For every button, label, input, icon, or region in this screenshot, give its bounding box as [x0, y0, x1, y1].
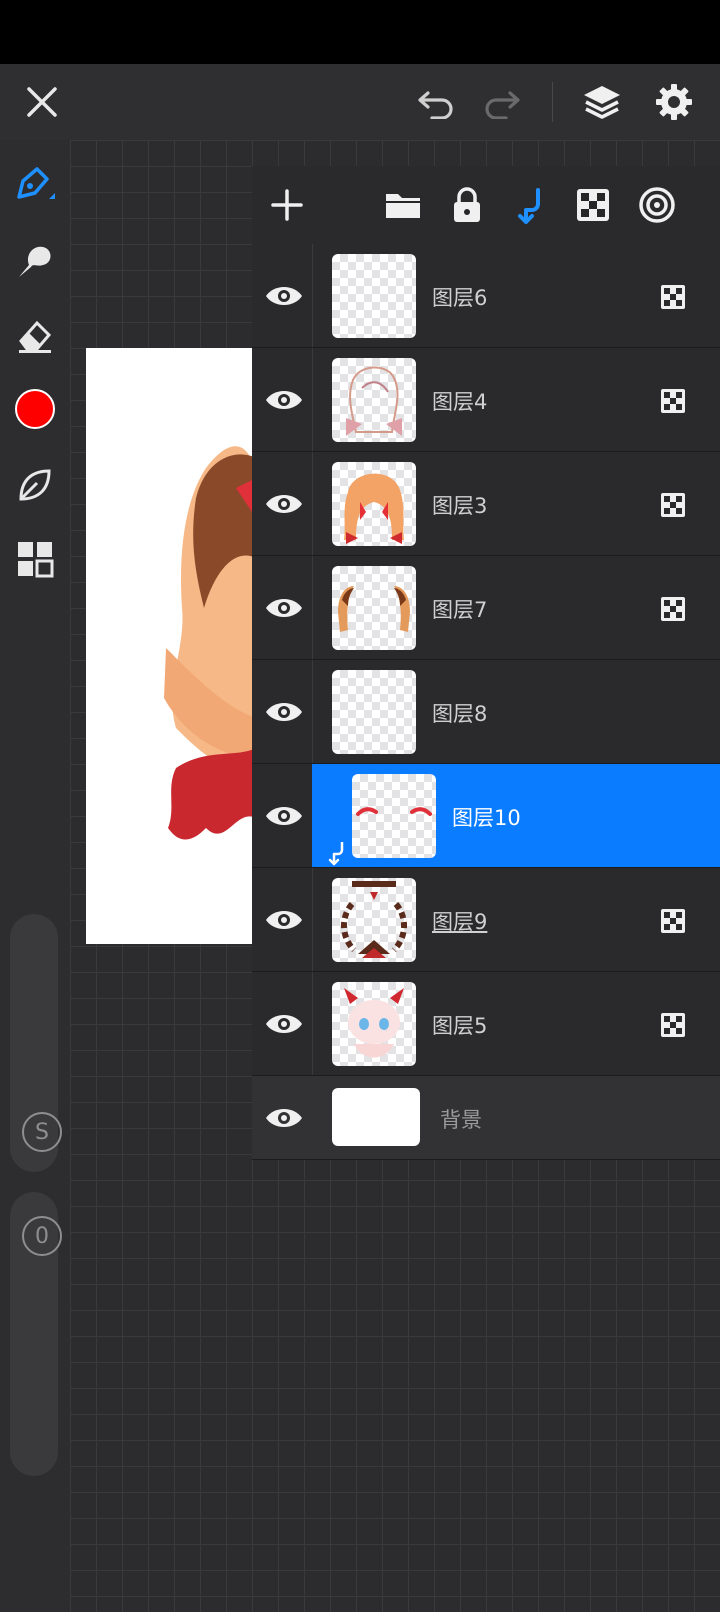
layer-thumbnail: [332, 670, 416, 754]
artboard[interactable]: [86, 348, 256, 944]
layer-row[interactable]: 图层9: [252, 868, 720, 972]
layer-name: 图层9: [432, 910, 488, 934]
layer-name: 图层10: [452, 806, 521, 830]
layer-name: 图层8: [432, 702, 488, 726]
clip-indicator-icon: [328, 842, 344, 866]
alpha-lock-icon[interactable]: [660, 388, 686, 414]
alpha-lock-icon[interactable]: [568, 180, 618, 230]
lock-icon[interactable]: [442, 180, 492, 230]
close-icon[interactable]: [18, 78, 66, 126]
layer-thumbnail: [332, 1088, 420, 1146]
grid-icon[interactable]: [10, 534, 60, 584]
alpha-lock-icon[interactable]: [660, 492, 686, 518]
top-bar: [0, 64, 720, 140]
layer-thumbnail: [332, 878, 416, 962]
eye-icon[interactable]: [264, 1008, 304, 1040]
status-bar: [0, 0, 720, 64]
eye-icon[interactable]: [264, 488, 304, 520]
layer-row[interactable]: 图层4: [252, 348, 720, 452]
layer-row-selected[interactable]: 图层10: [266, 764, 720, 868]
layer-row[interactable]: 图层8: [252, 660, 720, 764]
alpha-lock-icon[interactable]: [660, 284, 686, 310]
layer-thumbnail: [332, 566, 416, 650]
eye-column: [252, 764, 312, 868]
layer-name: 图层5: [432, 1014, 488, 1038]
redo-icon[interactable]: [478, 78, 526, 126]
smudge-icon[interactable]: [10, 236, 60, 286]
alpha-lock-icon[interactable]: [660, 908, 686, 934]
leaf-icon[interactable]: [10, 460, 60, 510]
layer-row[interactable]: 图层6: [252, 244, 720, 348]
layers-panel: 图层6 图层4 图层3 图层7 图层8 图层10 图层9 图层5 背景: [252, 166, 720, 1160]
background-layer-row[interactable]: 背景: [252, 1076, 720, 1160]
eye-icon[interactable]: [264, 1102, 304, 1134]
layer-name: 图层3: [432, 494, 488, 518]
eye-icon[interactable]: [264, 280, 304, 312]
layer-name: 图层7: [432, 598, 488, 622]
layer-thumbnail: [332, 358, 416, 442]
pen-icon[interactable]: [10, 160, 60, 210]
opacity-badge: 0: [22, 1216, 62, 1256]
layer-row[interactable]: 图层3: [252, 452, 720, 556]
brush-size-slider[interactable]: S: [10, 914, 62, 1172]
alpha-lock-icon[interactable]: [660, 596, 686, 622]
opacity-slider[interactable]: 0: [10, 1192, 62, 1476]
clip-icon[interactable]: [506, 180, 556, 230]
color-swatch[interactable]: [10, 384, 60, 434]
eye-icon[interactable]: [264, 384, 304, 416]
add-icon[interactable]: [262, 180, 312, 230]
settings-icon[interactable]: [650, 78, 698, 126]
eye-icon[interactable]: [264, 592, 304, 624]
eye-icon[interactable]: [264, 696, 304, 728]
layer-name: 图层4: [432, 390, 488, 414]
layer-name: 背景: [440, 1108, 482, 1132]
layers-icon[interactable]: [578, 78, 626, 126]
undo-icon[interactable]: [412, 78, 460, 126]
layers-toolbar: [252, 166, 720, 244]
layer-name: 图层6: [432, 286, 488, 310]
eraser-icon[interactable]: [10, 310, 60, 360]
alpha-lock-icon[interactable]: [660, 1012, 686, 1038]
layer-thumbnail: [332, 982, 416, 1066]
brush-size-badge: S: [22, 1112, 62, 1152]
layer-mode-icon[interactable]: [632, 180, 682, 230]
layer-thumbnail: [352, 774, 436, 858]
layer-thumbnail: [332, 254, 416, 338]
eye-icon[interactable]: [264, 800, 304, 832]
layer-row[interactable]: 图层7: [252, 556, 720, 660]
layer-row[interactable]: 图层5: [252, 972, 720, 1076]
artwork: [164, 446, 256, 840]
eye-icon[interactable]: [264, 904, 304, 936]
toolbar-divider: [552, 82, 553, 122]
left-toolbar: S 0: [0, 140, 70, 1612]
folder-icon[interactable]: [378, 180, 428, 230]
layer-thumbnail: [332, 462, 416, 546]
